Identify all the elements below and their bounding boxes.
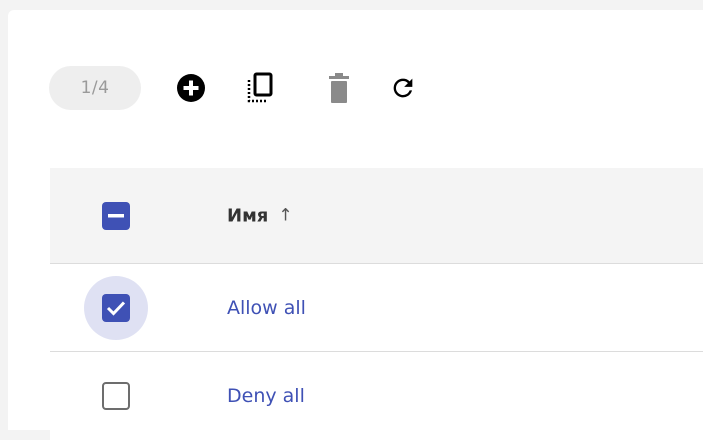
- column-header-name[interactable]: Имя ↑: [227, 205, 293, 226]
- refresh-icon: [389, 74, 417, 102]
- add-circle-icon: [176, 73, 206, 103]
- column-header-name-label: Имя: [227, 205, 269, 226]
- checkmark-icon: [102, 293, 130, 322]
- clone-button[interactable]: [240, 66, 280, 110]
- row-checkbox[interactable]: [84, 364, 148, 428]
- delete-icon: [328, 72, 350, 104]
- table-row[interactable]: Deny all: [50, 352, 703, 440]
- selection-counter-badge: 1/4: [49, 66, 141, 110]
- table-header-row: Имя ↑: [50, 168, 703, 264]
- policy-name-link[interactable]: Deny all: [227, 385, 305, 407]
- refresh-button[interactable]: [383, 66, 423, 110]
- policy-name-link[interactable]: Allow all: [227, 297, 306, 319]
- selection-counter-text: 1/4: [80, 78, 110, 98]
- delete-button[interactable]: [319, 66, 359, 110]
- policies-panel: 1/4 Имя ↑ Allow all Deny all: [8, 10, 703, 440]
- add-button[interactable]: [171, 66, 211, 110]
- unchecked-box-icon: [102, 382, 130, 410]
- table-row[interactable]: Allow all: [50, 264, 703, 352]
- row-checkbox[interactable]: [84, 275, 148, 340]
- select-all-checkbox[interactable]: [84, 184, 148, 248]
- clone-icon: [246, 72, 274, 104]
- sort-ascending-icon: ↑: [278, 205, 293, 226]
- indeterminate-checkbox-icon: [102, 201, 130, 230]
